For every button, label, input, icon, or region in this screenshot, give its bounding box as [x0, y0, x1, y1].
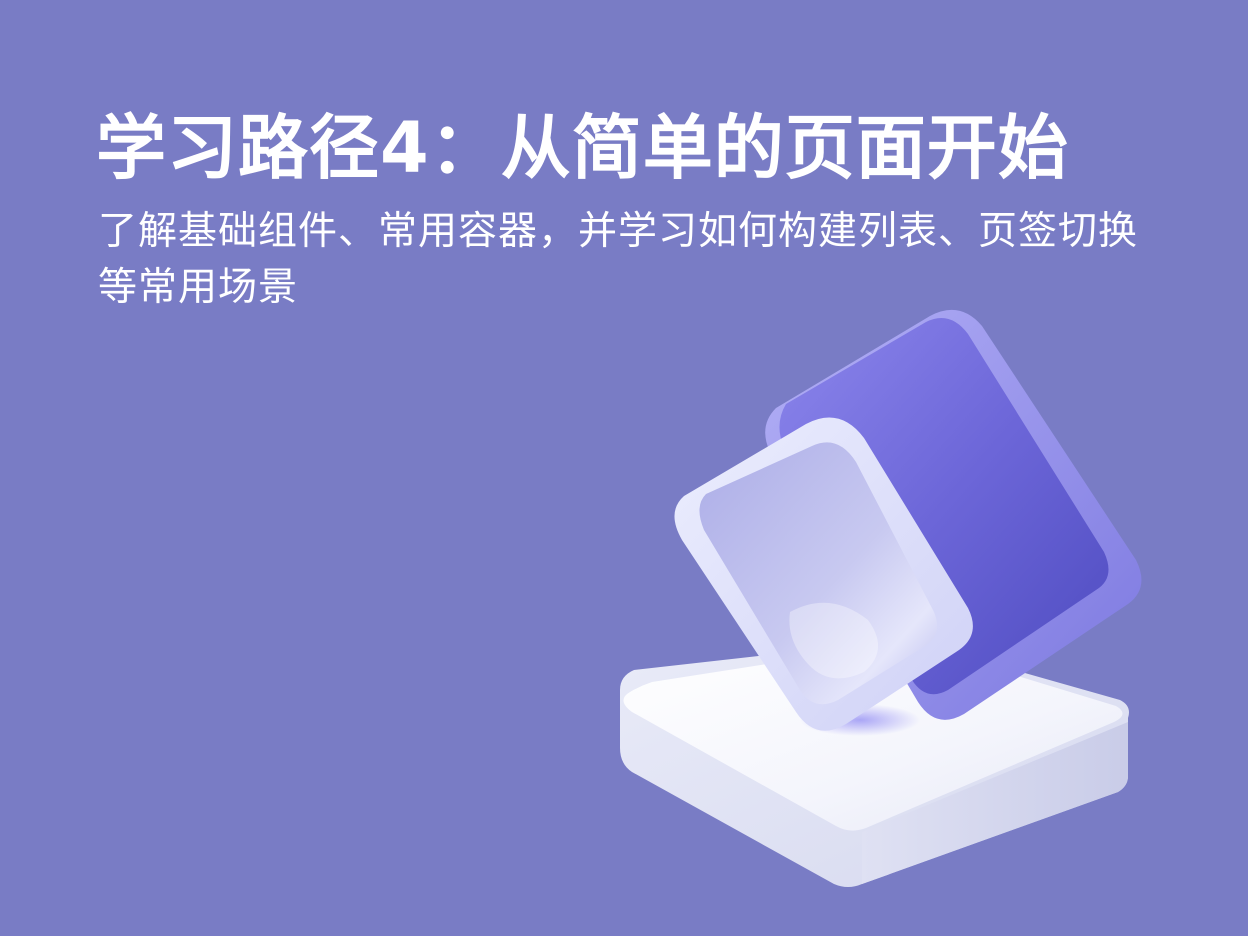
- glass-tiles-on-stand-icon: [620, 309, 1142, 887]
- learning-path-card: 学习路径4：从简单的页面开始 了解基础组件、常用容器，并学习如何构建列表、页签切…: [0, 0, 1248, 936]
- page-title: 学习路径4：从简单的页面开始: [96, 107, 1069, 189]
